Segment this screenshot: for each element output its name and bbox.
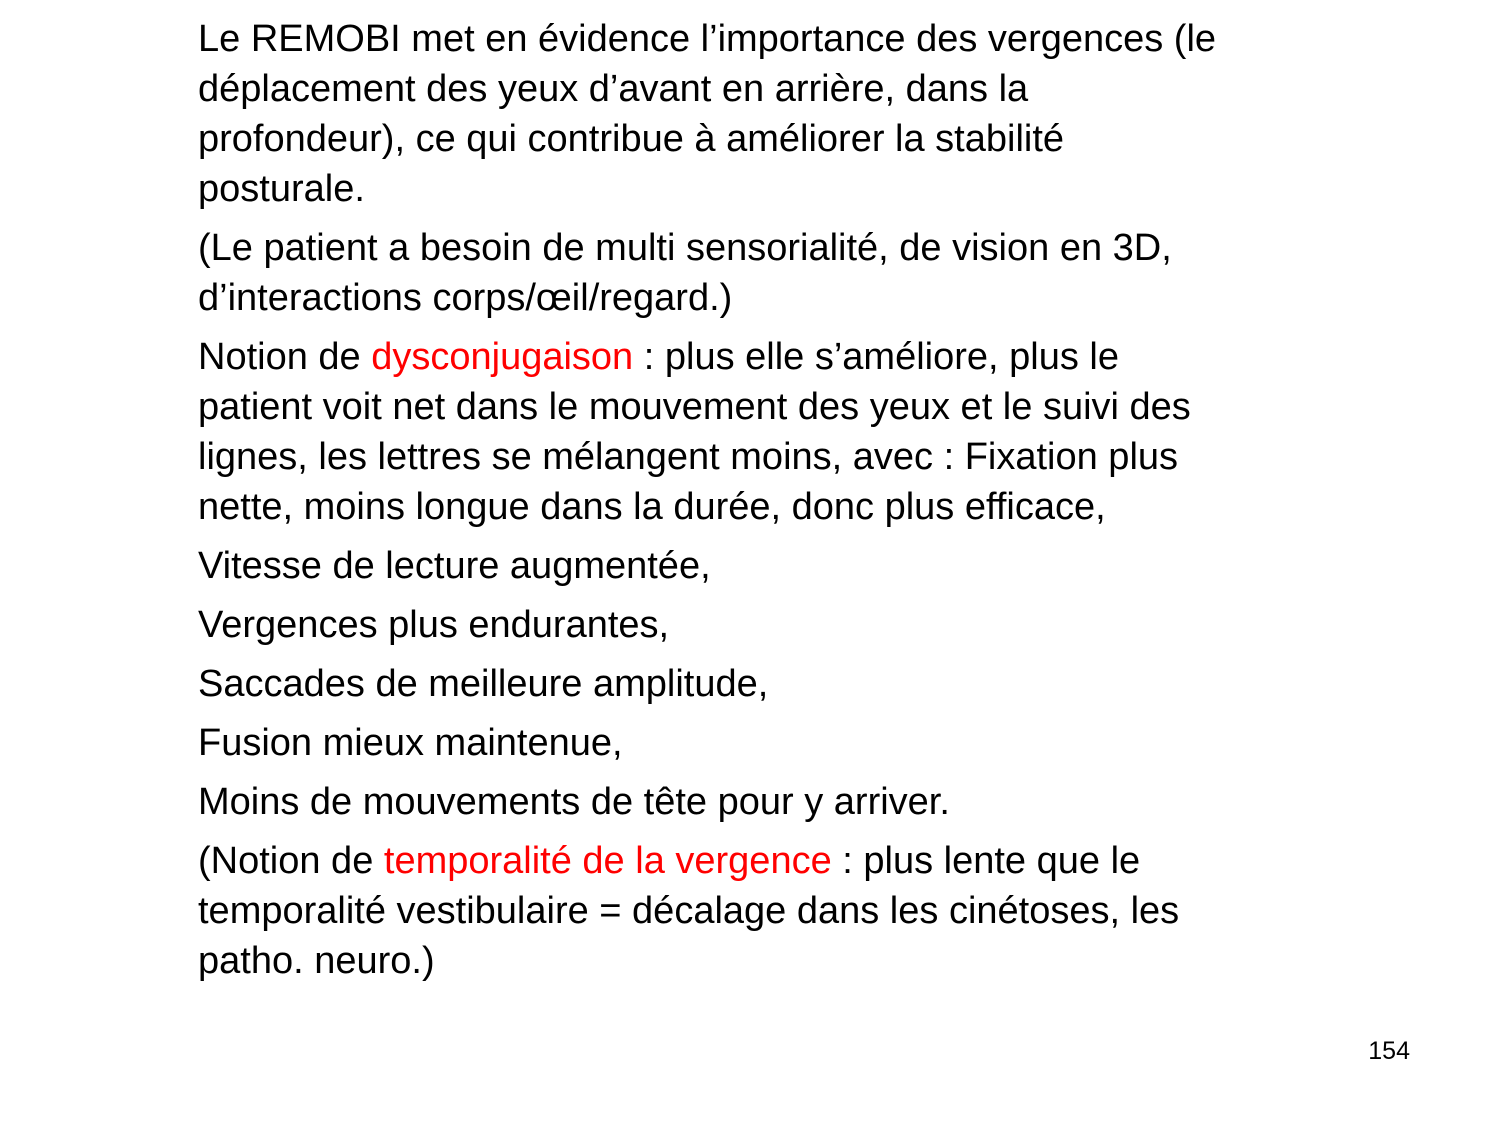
dysconjugaison-paragraph: Notion de dysconjugaison : plus elle s’a…: [198, 332, 1228, 532]
paragraph-text-before: Notion de: [198, 336, 372, 378]
temporalite-paragraph: (Notion de temporalité de la vergence : …: [198, 836, 1228, 986]
highlighted-term: dysconjugaison: [371, 336, 634, 378]
intro-paragraph: Le REMOBI met en évidence l’importance d…: [198, 18, 1217, 210]
list-item: Vergences plus endurantes,: [198, 604, 670, 646]
list-item: Vitesse de lecture augmentée,: [198, 545, 711, 587]
page-number: 154: [1368, 1037, 1410, 1065]
patient-needs-paragraph: (Le patient a besoin de multi sensoriali…: [198, 227, 1172, 319]
slide-body: Le REMOBI met en évidence l’importance d…: [198, 14, 1228, 995]
list-item: Moins de mouvements de tête pour y arriv…: [198, 781, 950, 823]
list-item: Saccades de meilleure amplitude,: [198, 663, 769, 705]
paragraph-text-before: (Notion de: [198, 840, 384, 882]
highlighted-term: temporalité de la vergence: [383, 840, 832, 882]
list-item: Fusion mieux maintenue,: [198, 722, 623, 764]
